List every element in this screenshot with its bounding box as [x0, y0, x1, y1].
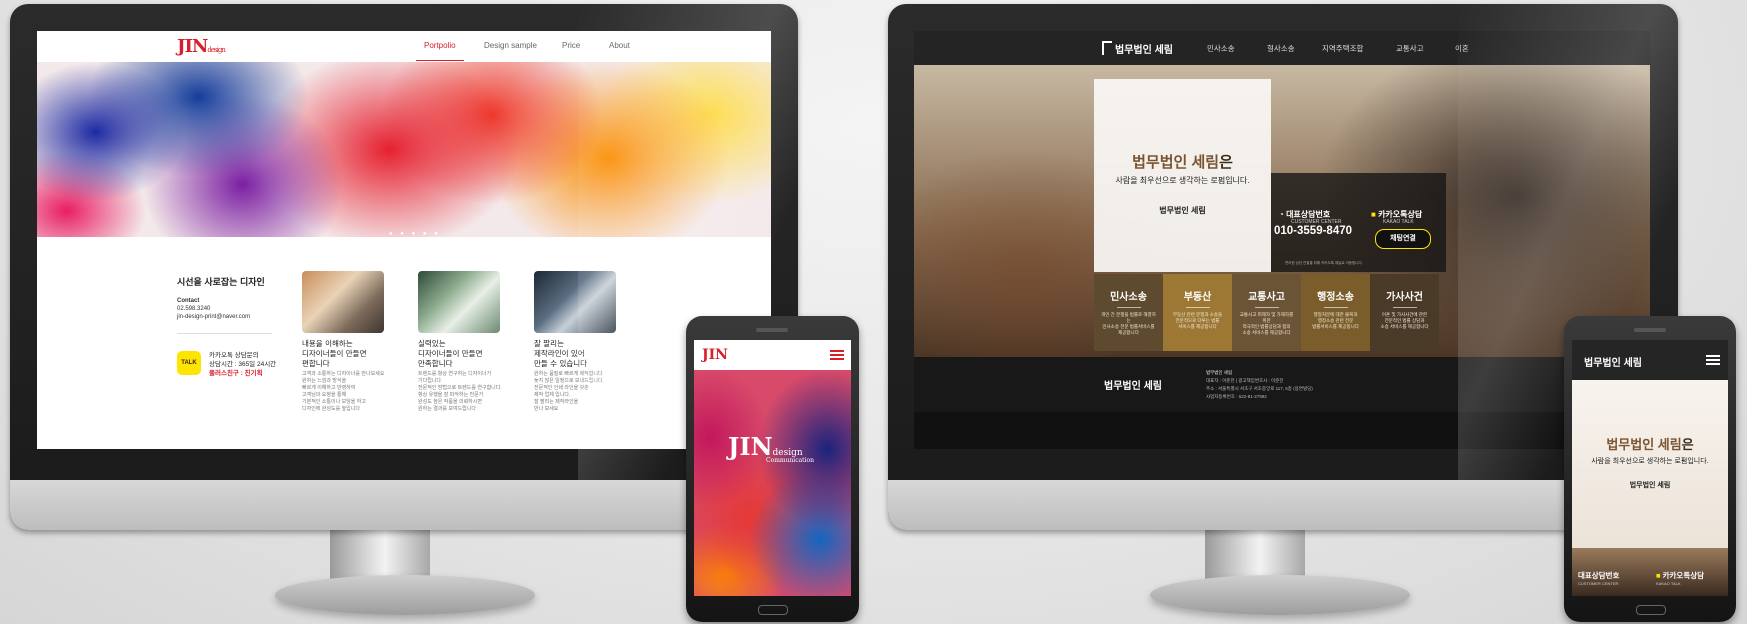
- fine-print: 편리한 상담 연결을 위해 카카오톡 채널로 이동합니다.: [1285, 261, 1363, 265]
- jin-mobile-logo[interactable]: JIN: [702, 347, 728, 363]
- kakao-sub: KAKAO TALK: [1383, 219, 1414, 225]
- jin-top-nav: JINdesign Portpolio Design sample Price …: [37, 31, 771, 63]
- contact-panel: ◔ 대표상담번호 CUSTOMER CENTER ■ 카카오톡상담 KAKAO …: [1271, 173, 1446, 272]
- law-logo[interactable]: 법무법인 세림: [1102, 41, 1173, 56]
- nav-traffic[interactable]: 교통사고: [1396, 43, 1424, 54]
- law-mobile-photo: 대표상담번호 CUSTOMER CENTER ■ 카카오톡상담 KAKAO TA…: [1572, 548, 1728, 596]
- phone-speaker: [1634, 328, 1666, 332]
- card-body: 고객과 소통하는 디자이너를 만나보세요 원하는 느낌과 방식을 빠르게 이해하고 …: [302, 371, 385, 412]
- hero-subtitle: 사람을 최우선으로 생각하는 로펌입니다.: [1115, 176, 1250, 185]
- hero-intro-box: 법무법인 세림은 사람을 최우선으로 생각하는 로펌입니다. 법무법인 세림: [1094, 79, 1271, 272]
- law-mobile-screen: 법무법인 세림 법무법인 세림은 사람을 최우선으로 생각하는 로펌입니다. 법…: [1572, 340, 1728, 596]
- left-monitor-stand-base: [275, 575, 535, 615]
- card-image-laptop: [418, 271, 500, 333]
- law-logo-icon: [1102, 41, 1112, 55]
- monitor-chin: [888, 480, 1678, 530]
- category-traffic[interactable]: 교통사고 교통사고 피해자 및 가해자를 위한 적극적인 법률상담과 합의 소송 서…: [1232, 274, 1301, 351]
- hamburger-menu-icon[interactable]: [1706, 355, 1720, 365]
- law-footer: 법무법인 세림 법무법인 세림 대표자 : 이준헌 | 광고책임변호사 : 이준…: [914, 357, 1650, 412]
- card-body: 원하는 품질로 빠르게 제작합니다 늦지 않은 일정으로 보내드립니다. 전문적인 …: [534, 371, 604, 412]
- kakao-icon: ■: [1371, 210, 1379, 219]
- category-family[interactable]: 가사사건 이혼 및 가사사건에 관한 전문적인 법률 상담과 소송 서비스를 제공합…: [1370, 274, 1439, 351]
- card-body: 트렌드를 항상 연구하는 디자이너가 기다립니다. 전문적인 방법으로 트렌드를 연…: [418, 371, 502, 412]
- section-title: 시선을 사로잡는 디자인: [177, 277, 265, 287]
- jin-mobile-screen: JIN JINdesign Communication: [694, 340, 851, 596]
- law-mobile-header: 법무법인 세림: [1572, 340, 1728, 380]
- nav-divorce[interactable]: 이혼: [1455, 43, 1469, 54]
- hero-title: 법무법인 세림은: [1132, 154, 1233, 171]
- kakao-talk-icon[interactable]: TALK: [177, 351, 201, 375]
- contact-block: Contact 02.598.3240 jin-design-print@nav…: [177, 297, 250, 321]
- talk-line-1: 카카오톡 상담문의: [209, 352, 259, 359]
- mobile-cc-label: 대표상담번호 CUSTOMER CENTER: [1578, 571, 1620, 586]
- jin-website-screen: JINdesign Portpolio Design sample Price …: [37, 31, 771, 449]
- hero-box-logo: 법무법인 세림: [1159, 206, 1206, 215]
- nav-housing[interactable]: 지역주택조합: [1322, 43, 1363, 54]
- category-admin[interactable]: 행정소송 행정처분에 대한 불복과 행정소송 관련 전문 법률서비스를 제공합니다: [1301, 274, 1370, 351]
- kakao-icon: ■: [1656, 571, 1661, 580]
- nav-portpolio[interactable]: Portpolio: [416, 41, 464, 61]
- mobile-hero-box-logo: 법무법인 세림: [1629, 482, 1671, 489]
- jin-phone: JIN JINdesign Communication: [686, 316, 859, 622]
- contact-email[interactable]: jin-design-print@naver.com: [177, 313, 250, 321]
- divider: [177, 333, 272, 334]
- card-image-office: [302, 271, 384, 333]
- contact-phone: 02.598.3240: [177, 306, 211, 312]
- right-monitor: 법무법인 세림 민사소송 형사소송 지역주택조합 교통사고 이혼 법무법인 세림…: [888, 4, 1678, 530]
- mobile-hero-title: 법무법인 세림은: [1606, 437, 1694, 452]
- card-heading: 내용을 이해하는 디자이너들이 만들면 편합니다: [302, 339, 367, 368]
- right-monitor-stand-base: [1150, 575, 1410, 615]
- phone-speaker: [756, 328, 788, 332]
- law-mobile-intro: 법무법인 세림은 사람을 최우선으로 생각하는 로펌입니다. 법무법인 세림: [1572, 380, 1728, 548]
- law-top-nav: 법무법인 세림 민사소송 형사소송 지역주택조합 교통사고 이혼: [914, 31, 1650, 65]
- mobile-hero-subtitle: 사람을 최우선으로 생각하는 로펌입니다.: [1591, 458, 1709, 465]
- phone-number[interactable]: 010-3559-8470: [1274, 225, 1352, 237]
- phone-home-button[interactable]: [758, 605, 788, 615]
- phone-home-button[interactable]: [1636, 605, 1666, 615]
- mobile-kakao-label: ■ 카카오톡상담 KAKAO TALK: [1656, 571, 1705, 586]
- law-website-screen: 법무법인 세림 민사소송 형사소송 지역주택조합 교통사고 이혼 법무법인 세림…: [914, 31, 1650, 449]
- left-monitor: JINdesign Portpolio Design sample Price …: [10, 4, 798, 530]
- category-realestate[interactable]: 부동산 부동산 관련 분쟁과 소송을 전문적으로 다루는 법률 서비스를 제공합니다: [1163, 274, 1232, 351]
- watercolor-hero-banner: [37, 62, 771, 237]
- talk-line-3[interactable]: 플러스친구 : 진기획: [209, 369, 276, 378]
- jin-mobile-header: JIN: [694, 340, 851, 370]
- footer-logo: 법무법인 세림: [1104, 381, 1162, 392]
- monitor-chin: [10, 480, 798, 530]
- nav-design-sample[interactable]: Design sample: [484, 41, 537, 50]
- talk-line-2: 상담시간 : 365일 24시간: [209, 361, 277, 368]
- chat-connect-button[interactable]: 채팅연결: [1375, 229, 1431, 249]
- nav-criminal[interactable]: 형사소송: [1267, 43, 1295, 54]
- headset-icon: ◔: [1279, 210, 1287, 219]
- nav-price[interactable]: Price: [562, 41, 580, 50]
- jin-mobile-brand: JINdesign Communication: [728, 432, 814, 464]
- category-civil[interactable]: 민사소송 개인 간 분쟁을 법률로 해결하는 민사소송 전문 법률서비스를 제공합니…: [1094, 274, 1163, 351]
- law-phone: 법무법인 세림 법무법인 세림은 사람을 최우선으로 생각하는 로펌입니다. 법…: [1564, 316, 1736, 622]
- card-heading: 잘 팔리는 제작라인이 있어 만들 수 있습니다: [534, 339, 588, 368]
- contact-label: Contact: [177, 298, 200, 304]
- jin-logo[interactable]: JINdesign: [177, 36, 226, 57]
- jin-mobile-hero: JINdesign Communication: [694, 370, 851, 596]
- slider-dots[interactable]: ● ● ● ● ●: [389, 231, 441, 237]
- card-image-printer: [534, 271, 616, 333]
- footer-info: 법무법인 세림 대표자 : 이준헌 | 광고책임변호사 : 이준헌 주소 : 서…: [1206, 370, 1313, 399]
- nav-about[interactable]: About: [609, 41, 630, 50]
- card-heading: 실력있는 디자이너들이 만들면 만족합니다: [418, 339, 483, 368]
- kakao-talk-info: 카카오톡 상담문의 상담시간 : 365일 24시간 플러스친구 : 진기획: [209, 351, 276, 378]
- law-mobile-logo[interactable]: 법무법인 세림: [1584, 354, 1642, 369]
- hamburger-menu-icon[interactable]: [830, 350, 844, 360]
- nav-civil[interactable]: 민사소송: [1207, 43, 1235, 54]
